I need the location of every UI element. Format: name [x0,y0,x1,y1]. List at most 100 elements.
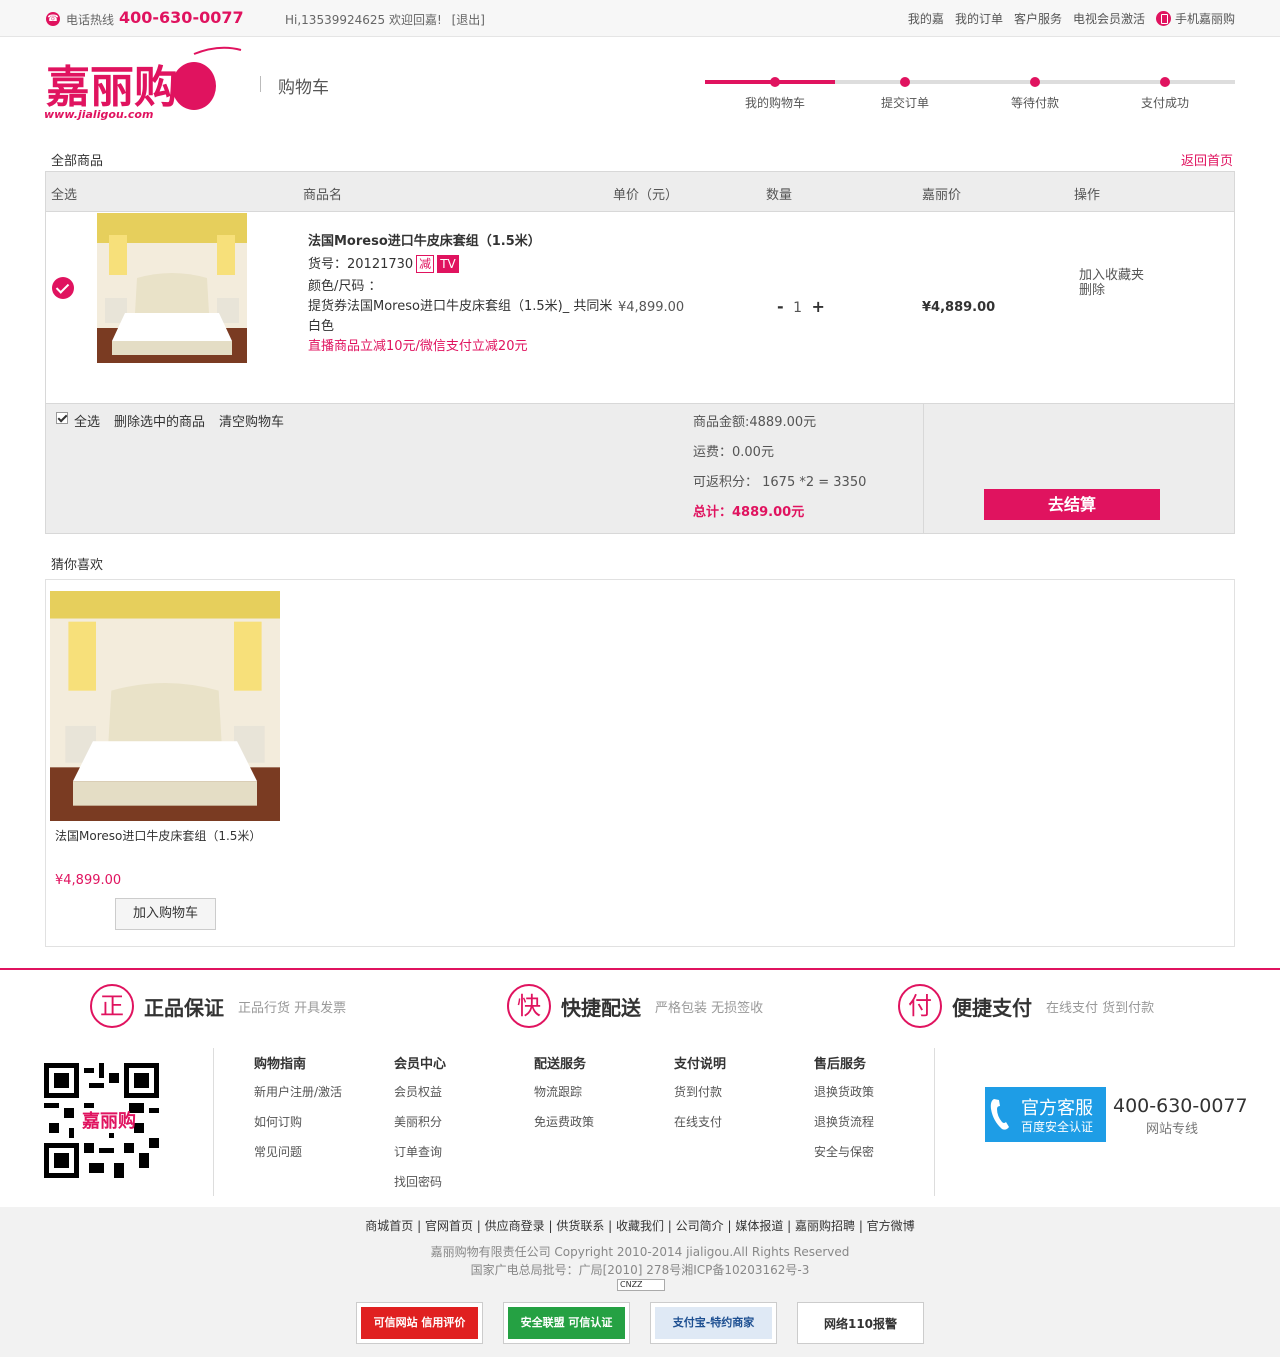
trusted-site-badge[interactable]: 可信网站 信用评价 [356,1302,483,1344]
page-title: 购物车 [278,78,329,98]
guarantee-title: 便捷支付 [952,995,1032,1020]
bottom-links[interactable]: 商城首页 | 官网首页 | 供应商登录 | 供货联系 | 收藏我们 | 公司简介… [0,1217,1280,1234]
footer-link[interactable]: 会员权益 [394,1083,504,1113]
logout-link[interactable]: [退出] [452,13,485,27]
security-alliance-label: 安全联盟 可信认证 [508,1307,625,1339]
qr-logo-text: 嘉丽购 [81,1110,136,1132]
tv-member-activate-link[interactable]: 电视会员激活 [1073,10,1145,27]
cnzz-badge[interactable]: CNZZ [617,1279,665,1291]
goods-amount: 商品金额:4889.00元 [693,415,817,430]
qr-code-icon: 嘉丽购 [44,1063,159,1178]
guarantee-authentic: 正 正品保证 正品行货 开具发票 [90,981,346,1031]
customer-service-link[interactable]: 客户服务 [1014,10,1062,27]
footer-link[interactable]: 在线支付 [674,1113,784,1143]
alipay-label: 支付宝-特约商家 [655,1307,772,1339]
clear-cart-link[interactable]: 清空购物车 [219,411,284,430]
my-orders-link[interactable]: 我的订单 [955,10,1003,27]
official-service-badge[interactable]: 官方客服 百度安全认证 [985,1087,1106,1142]
select-all-label[interactable]: 全选 [74,411,100,430]
authentic-icon: 正 [90,984,134,1028]
footer-link[interactable]: 美丽积分 [394,1113,504,1143]
mobile-icon [1155,11,1171,26]
hotline-label: 电话热线 [66,13,115,27]
footer-col-title: 支付说明 [674,1057,727,1072]
footer-link[interactable]: 找回密码 [394,1173,504,1203]
item-checkbox[interactable] [52,277,74,299]
welcome-text: Hi,13539924625 欢迎回嘉! [退出] [285,11,485,28]
step-dot [1030,77,1040,87]
footer-col-title: 配送服务 [534,1057,587,1072]
product-image[interactable] [97,213,247,363]
col-actions: 操作 [1074,188,1101,203]
unit-price: ¥4,899.00 [618,300,685,315]
guarantee-title: 快捷配送 [561,995,641,1020]
step-label: 我的购物车 [744,96,805,110]
footer-col-payment: 支付说明 货到付款 在线支付 [674,1053,784,1143]
back-home-link[interactable]: 返回首页 [1181,150,1233,169]
footer-separator [934,1048,935,1196]
my-jia-link[interactable]: 我的嘉 [908,10,944,27]
order-total: 总计：4889.00元 [693,505,805,520]
col-select-all[interactable]: 全选 [51,184,77,203]
recommend-product-price: ¥4,899.00 [55,873,122,888]
qty-minus-button[interactable]: - [777,297,784,316]
icp-text: 国家广电总局批号：广局[2010] 278号湘ICP备10203162号-3 [470,1263,810,1277]
footer-link[interactable]: 物流跟踪 [534,1083,644,1113]
service-phone-number: 400-630-0077 [1113,1095,1248,1117]
checkout-progress: 我的购物车 提交订单 等待付款 支付成功 [705,77,1235,117]
recommend-product-name[interactable]: 法国Moreso进口牛皮床套组（1.5米） [55,827,261,844]
qr-code: 嘉丽购 [44,1063,159,1178]
col-quantity: 数量 [766,188,793,203]
security-alliance-badge[interactable]: 安全联盟 可信认证 [503,1302,630,1344]
all-goods-label: 全部商品 [51,154,104,169]
copyright-text: 嘉丽购物有限责任公司 Copyright 2010-2014 jialigou.… [430,1245,850,1259]
product-sku: 货号：20121730 [308,257,414,272]
product-description: 提货券法国Moreso进口牛皮床套组（1.5米)_ 共同米 [308,299,613,314]
footer-link[interactable]: 如何订购 [254,1113,364,1143]
footer-separator [213,1048,214,1196]
footer-link[interactable]: 免运费政策 [534,1113,644,1143]
step-payment-success: 支付成功 [1100,77,1230,111]
top-links: 我的嘉 我的订单 客户服务 电视会员激活 手机嘉丽购 [908,10,1235,27]
footer-col-shopping-guide: 购物指南 新用户注册/激活 如何订购 常见问题 [254,1053,364,1173]
footer-link[interactable]: 订单查询 [394,1143,504,1173]
footer-col-member-center: 会员中心 会员权益 美丽积分 订单查询 找回密码 [394,1053,504,1203]
qty-value[interactable]: 1 [793,300,802,316]
fast-delivery-icon: 快 [507,984,551,1028]
footer-link[interactable]: 退换货流程 [814,1113,924,1143]
footer-link[interactable]: 货到付款 [674,1083,784,1113]
shipping-fee: 运费：0.00元 [693,445,774,460]
step-label: 等待付款 [1010,96,1059,110]
mobile-app-link[interactable]: 手机嘉丽购 [1155,10,1235,27]
footer-link[interactable]: 新用户注册/激活 [254,1083,364,1113]
footer-link[interactable]: 安全与保密 [814,1143,924,1173]
footer-link[interactable]: 常见问题 [254,1143,364,1173]
add-to-cart-button[interactable]: 加入购物车 [115,898,216,930]
add-to-favorites-link[interactable]: 加入收藏夹 [1079,268,1144,283]
step-dot [900,77,910,87]
footer-col-title: 会员中心 [394,1057,447,1072]
qty-plus-button[interactable]: + [811,297,824,316]
select-all-checkbox[interactable] [56,412,68,424]
logo-graphic: 嘉丽购 www.jialigou.com [44,46,242,121]
footer-link[interactable]: 退换货政策 [814,1083,924,1113]
service-label: 网站专线 [1146,1122,1199,1137]
footer-col-title: 售后服务 [814,1057,867,1072]
product-name[interactable]: 法国Moreso进口牛皮床套组（1.5米） [308,230,541,249]
alipay-badge[interactable]: 支付宝-特约商家 [650,1302,777,1344]
guarantee-sub: 正品行货 开具发票 [238,1000,347,1016]
police-110-label: 网络110报警 [823,1316,898,1331]
delete-item-link[interactable]: 删除 [1079,283,1144,298]
product-sku-line: 货号：20121730 减 TV [308,253,459,273]
reduce-tag: 减 [416,255,435,273]
police-110-badge[interactable]: 网络110报警 [797,1302,924,1344]
footer-divider [0,968,1280,970]
guarantee-easy-payment: 付 便捷支付 在线支付 货到付款 [898,981,1154,1031]
checkout-button[interactable]: 去结算 [984,489,1160,520]
site-logo[interactable]: 嘉丽购 www.jialigou.com [44,44,244,124]
guarantee-sub: 严格包装 无损签收 [655,1000,764,1016]
recommend-product-image[interactable] [50,591,280,821]
col-product-name: 商品名 [303,188,343,203]
guarantee-fast-delivery: 快 快捷配送 严格包装 无损签收 [507,981,763,1031]
delete-selected-link[interactable]: 删除选中的商品 [114,411,205,430]
